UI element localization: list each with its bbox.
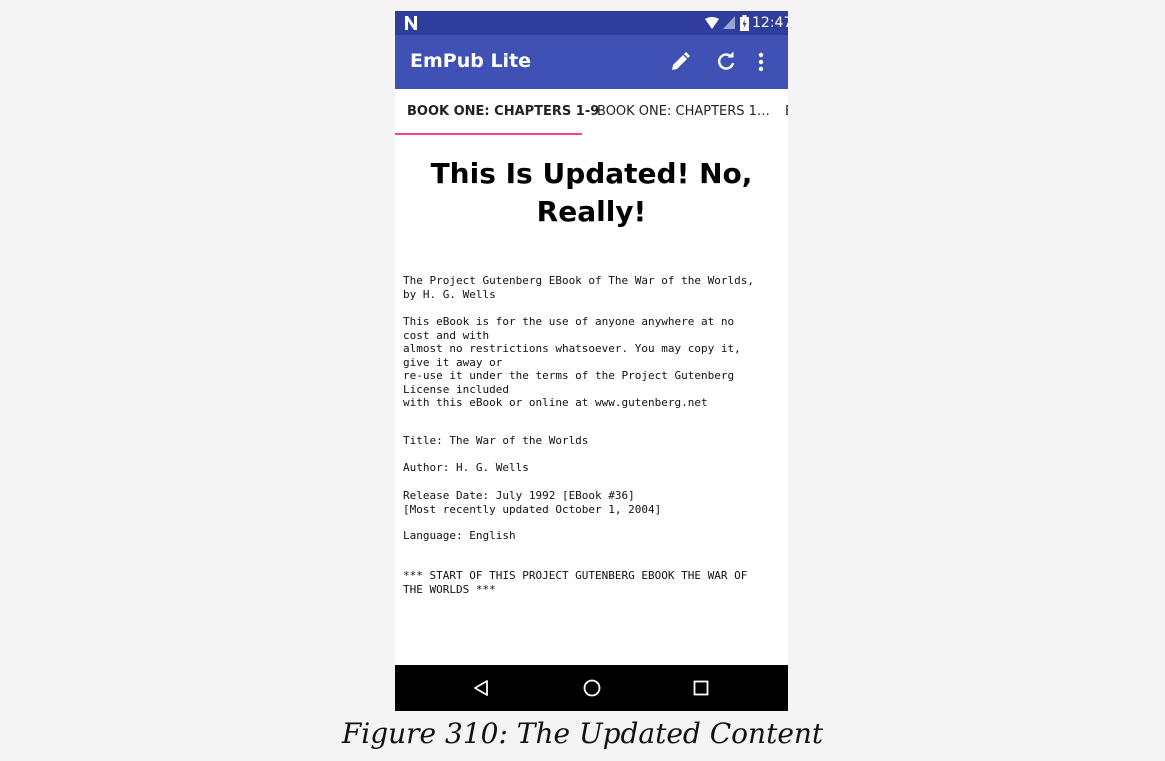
tab-book-one-chapters-1-9[interactable]: BOOK ONE: CHAPTERS 1-9 (407, 89, 599, 137)
paragraph-license: This eBook is for the use of anyone anyw… (403, 315, 741, 409)
tab-selection-indicator (395, 133, 582, 135)
paragraph-language: Language: English (403, 529, 516, 542)
n-icon (405, 16, 417, 30)
pencil-icon[interactable] (670, 52, 690, 72)
wifi-icon (705, 17, 719, 29)
paragraph-author: Author: H. G. Wells (403, 461, 529, 474)
signal-icon (723, 16, 735, 29)
app-title: EmPub Lite (410, 50, 532, 72)
webview-content[interactable]: This Is Updated! No, Really! The Project… (395, 137, 788, 665)
home-icon[interactable] (583, 679, 601, 697)
refresh-icon[interactable] (716, 51, 736, 71)
paragraph-release-date: Release Date: July 1992 [EBook #36] [Mos… (403, 489, 662, 516)
status-clock: 12:47 (752, 15, 788, 31)
paragraph-start-marker: *** START OF THIS PROJECT GUTENBERG EBOO… (403, 569, 748, 596)
tab-bar: BOOK ONE: CHAPTERS 1-9 BOOK ONE: CHAPTER… (395, 89, 788, 137)
battery-icon (740, 15, 749, 31)
system-navigation-bar (395, 665, 788, 711)
overflow-icon[interactable] (757, 51, 765, 73)
paragraph-title: Title: The War of the Worlds (403, 434, 589, 447)
tab-next-partial[interactable]: B (785, 89, 788, 137)
tab-book-one-chapters-10[interactable]: BOOK ONE: CHAPTERS 1… (597, 89, 770, 137)
app-toolbar: EmPub Lite (395, 35, 788, 89)
phone-screen: 12:47 EmPub Lite BOOK ONE: CHAPTERS 1-9 … (395, 11, 788, 711)
page-headline: This Is Updated! No, Really! (430, 157, 753, 228)
recents-icon[interactable] (693, 680, 709, 696)
paragraph-ebook-title: The Project Gutenberg EBook of The War o… (403, 274, 754, 301)
back-icon[interactable] (472, 679, 490, 697)
figure-caption: Figure 310: The Updated Content (341, 717, 824, 750)
status-bar: 12:47 (395, 11, 788, 35)
